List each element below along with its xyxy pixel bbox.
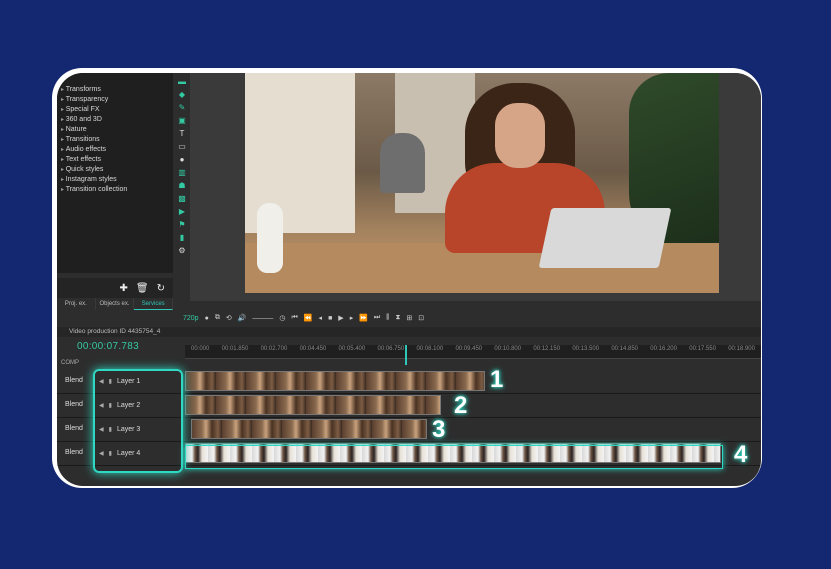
ruler-tick: 00:01.850 bbox=[221, 346, 249, 352]
snapshot-icon[interactable]: ⧉ bbox=[215, 314, 220, 322]
effects-item[interactable]: Instagram styles bbox=[61, 175, 173, 185]
callout-number: 1 bbox=[490, 366, 504, 393]
tab-project-explorer[interactable]: Proj. ex. bbox=[57, 298, 96, 310]
blend-mode-label[interactable]: Blend bbox=[57, 393, 91, 417]
effects-item[interactable]: Special FX bbox=[61, 105, 173, 115]
skip-start-icon[interactable]: ⏮ bbox=[292, 314, 298, 322]
add-icon[interactable]: ✚ bbox=[120, 283, 128, 294]
playhead[interactable] bbox=[405, 345, 407, 365]
video-clip[interactable] bbox=[185, 395, 441, 415]
play-icon[interactable]: ▶ bbox=[338, 314, 343, 322]
mask-icon[interactable]: ▣ bbox=[178, 116, 186, 126]
effects-item[interactable]: Transforms bbox=[61, 85, 173, 95]
ruler-tick: 00:18.900 bbox=[728, 346, 755, 352]
panel-tabs: Proj. ex. Objects ex. Services bbox=[57, 298, 174, 310]
callout-number: 4 bbox=[734, 441, 748, 468]
speech-bubble-icon[interactable]: ● bbox=[180, 155, 185, 165]
transport-bar: 720p ● ⧉ ⟲ 🔊 ——— ◷ ⏮ ⏪ ◂ ■ ▶ ▸ ⏩ ⏭ ⫼ ⧗ ⊞… bbox=[175, 309, 761, 327]
woman-face bbox=[495, 103, 545, 168]
callout-number: 3 bbox=[432, 416, 446, 443]
shape-icon[interactable]: ◆ bbox=[179, 90, 185, 100]
subtitle-icon[interactable]: ▭ bbox=[178, 142, 186, 152]
effects-item[interactable]: 360 and 3D bbox=[61, 115, 173, 125]
timecode-display: 00:00:07.783 bbox=[77, 341, 139, 352]
ruler-tick: 00:17.550 bbox=[689, 346, 716, 352]
loop-icon[interactable]: ⟲ bbox=[226, 314, 232, 322]
clip-highlight bbox=[185, 445, 723, 469]
ruler-tick: 00:06.750 bbox=[377, 346, 405, 352]
clip-file-label: Video production ID 4435754_4 bbox=[69, 328, 161, 335]
effects-item[interactable]: Audio effects bbox=[61, 145, 173, 155]
video-clip[interactable] bbox=[191, 419, 427, 439]
timeline-info-row: Video production ID 4435754_4 bbox=[57, 327, 761, 337]
preview-area bbox=[190, 73, 761, 301]
video-icon[interactable]: ▶ bbox=[179, 207, 185, 217]
rewind-icon[interactable]: ⏪ bbox=[304, 314, 313, 322]
skip-end-icon[interactable]: ⏭ bbox=[374, 314, 380, 322]
side-toolbar: ▬ ◆ ✎ ▣ T ▭ ● ▥ ☗ ▩ ▶ ⚑ ▮ ⚙ bbox=[175, 77, 189, 267]
video-editor-window: Transforms Transparency Special FX 360 a… bbox=[57, 73, 761, 486]
flag-icon[interactable]: ⚑ bbox=[178, 220, 185, 230]
volume-slider[interactable]: ——— bbox=[252, 315, 273, 322]
grid-icon[interactable]: ⊡ bbox=[418, 314, 424, 322]
effects-item[interactable]: Transparency bbox=[61, 95, 173, 105]
tab-objects-explorer[interactable]: Objects ex. bbox=[96, 298, 135, 310]
ruler-tick: 00:02.700 bbox=[260, 346, 288, 352]
ruler-tick: 00:16.200 bbox=[650, 346, 677, 352]
align-icon[interactable]: ⊞ bbox=[406, 314, 412, 322]
timeline-ruler[interactable]: 00:000 00:01.850 00:02.700 00:04.450 00:… bbox=[185, 345, 761, 359]
prev-frame-icon[interactable]: ◂ bbox=[319, 314, 323, 322]
blend-mode-label[interactable]: Blend bbox=[57, 369, 91, 393]
laptop bbox=[538, 208, 672, 268]
split-icon[interactable]: ⫼ bbox=[386, 314, 389, 322]
effects-item[interactable]: Transitions bbox=[61, 135, 173, 145]
blend-mode-label[interactable]: Blend bbox=[57, 417, 91, 441]
effects-item[interactable]: Nature bbox=[61, 125, 173, 135]
audio-bars-icon[interactable]: ▮ bbox=[180, 233, 184, 243]
background-person bbox=[380, 133, 425, 193]
clock-icon[interactable]: ◷ bbox=[279, 314, 285, 322]
effects-item[interactable]: Transition collection bbox=[61, 185, 173, 195]
effects-list: Transforms Transparency Special FX 360 a… bbox=[57, 73, 173, 195]
effects-item[interactable]: Quick styles bbox=[61, 165, 173, 175]
volume-icon[interactable]: 🔊 bbox=[238, 314, 247, 322]
refresh-icon[interactable]: ↻ bbox=[157, 283, 165, 294]
ruler-tick: 00:10.800 bbox=[494, 346, 522, 352]
layer-controls-highlight bbox=[93, 369, 183, 473]
image-icon[interactable]: ▩ bbox=[178, 194, 186, 204]
video-preview[interactable] bbox=[245, 73, 719, 293]
fast-forward-icon[interactable]: ⏩ bbox=[359, 314, 368, 322]
callout-number: 2 bbox=[454, 392, 468, 419]
settings-icon[interactable]: ⚙ bbox=[178, 246, 185, 256]
video-clip[interactable] bbox=[185, 371, 485, 391]
vase bbox=[257, 203, 283, 273]
text-icon[interactable]: T bbox=[180, 129, 185, 139]
next-frame-icon[interactable]: ▸ bbox=[350, 314, 354, 322]
delete-icon[interactable]: 🗑 bbox=[136, 283, 149, 294]
resolution-selector[interactable]: 720p bbox=[183, 315, 199, 322]
effects-item[interactable]: Text effects bbox=[61, 155, 173, 165]
effects-panel: Transforms Transparency Special FX 360 a… bbox=[57, 73, 173, 273]
stop-icon[interactable]: ■ bbox=[328, 315, 332, 322]
ruler-tick: 00:08.100 bbox=[416, 346, 444, 352]
ruler-tick: 00:000 bbox=[191, 346, 210, 352]
tab-services[interactable]: Services bbox=[134, 298, 174, 310]
figure-icon[interactable]: ☗ bbox=[178, 181, 185, 191]
film-icon[interactable]: ▬ bbox=[178, 77, 186, 87]
ruler-tick: 00:04.450 bbox=[299, 346, 327, 352]
record-icon[interactable]: ● bbox=[205, 315, 209, 322]
chart-icon[interactable]: ▥ bbox=[178, 168, 186, 178]
marker-icon[interactable]: ⧗ bbox=[395, 314, 400, 322]
ruler-tick: 00:05.400 bbox=[338, 346, 366, 352]
ruler-tick: 00:09.450 bbox=[455, 346, 483, 352]
ruler-tick: 00:13.500 bbox=[572, 346, 600, 352]
panel-toolbar: ✚ 🗑 ↻ bbox=[57, 278, 173, 298]
brush-icon[interactable]: ✎ bbox=[179, 103, 186, 113]
ruler-tick: 00:12.150 bbox=[533, 346, 561, 352]
blend-mode-label[interactable]: Blend bbox=[57, 441, 91, 465]
composition-label: COMP bbox=[61, 360, 79, 366]
ruler-tick: 00:14.850 bbox=[611, 346, 639, 352]
